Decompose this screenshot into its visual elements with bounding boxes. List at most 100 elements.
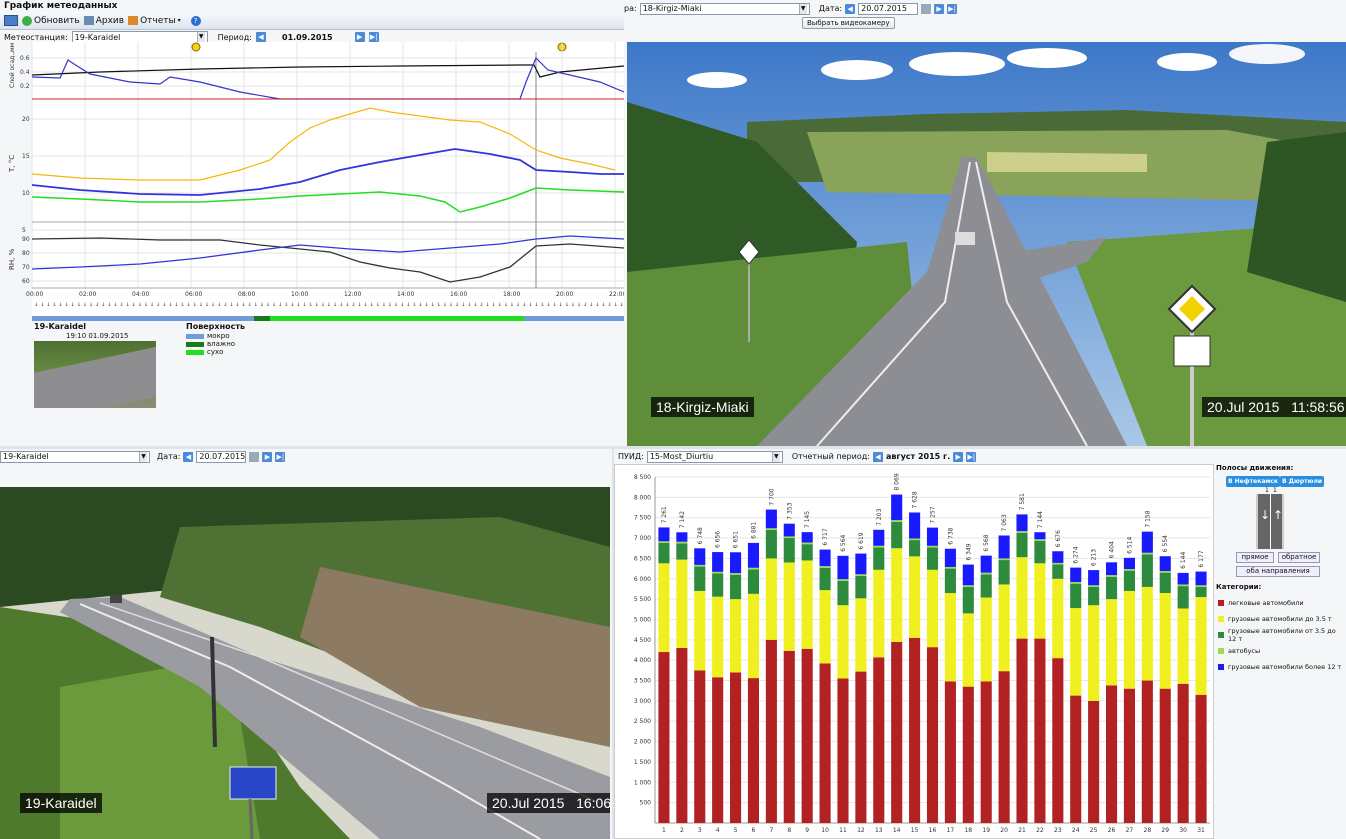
- bar-segment[interactable]: [855, 598, 867, 672]
- bar-segment[interactable]: [962, 564, 974, 586]
- last-date-button[interactable]: ▶|: [947, 3, 958, 14]
- bar-segment[interactable]: [873, 547, 885, 570]
- bar-segment[interactable]: [1034, 540, 1046, 564]
- bar-segment[interactable]: [765, 509, 777, 529]
- bar-segment[interactable]: [944, 568, 956, 594]
- bar-segment[interactable]: [1105, 562, 1118, 576]
- bar-segment[interactable]: [873, 569, 885, 658]
- bar-segment[interactable]: [998, 535, 1010, 559]
- bar-segment[interactable]: [694, 670, 706, 823]
- bar-segment[interactable]: [909, 556, 921, 638]
- bar-segment[interactable]: [783, 562, 795, 651]
- reports-button[interactable]: Отчеты ▾: [128, 16, 181, 26]
- bar-segment[interactable]: [1070, 583, 1082, 609]
- prev-date-button[interactable]: ◀: [183, 451, 194, 462]
- bar-segment[interactable]: [944, 548, 956, 567]
- bar-segment[interactable]: [980, 555, 992, 573]
- bar-segment[interactable]: [1016, 557, 1028, 639]
- bar-segment[interactable]: [801, 532, 813, 543]
- bar-segment[interactable]: [765, 639, 777, 823]
- bar-segment[interactable]: [837, 678, 849, 823]
- bar-segment[interactable]: [819, 566, 831, 568]
- bar-segment[interactable]: [730, 573, 742, 575]
- bar-segment[interactable]: [730, 672, 742, 823]
- bar-segment[interactable]: [980, 574, 992, 598]
- bar-segment[interactable]: [658, 541, 670, 543]
- bar-segment[interactable]: [1141, 680, 1153, 823]
- bar-segment[interactable]: [891, 520, 903, 522]
- bar-segment[interactable]: [1195, 694, 1207, 823]
- bar-segment[interactable]: [944, 593, 956, 682]
- refresh-button[interactable]: Обновить: [22, 15, 80, 26]
- bar-segment[interactable]: [694, 590, 706, 671]
- bar-segment[interactable]: [1052, 564, 1064, 579]
- bar-segment[interactable]: [819, 567, 831, 591]
- bar-segment[interactable]: [1123, 568, 1135, 571]
- bar-segment[interactable]: [765, 558, 777, 640]
- bar-segment[interactable]: [1105, 576, 1118, 600]
- bar-segment[interactable]: [998, 560, 1010, 585]
- bar-segment[interactable]: [1088, 570, 1100, 586]
- direction1-button[interactable]: В Нефтекамск: [1226, 476, 1280, 487]
- date-input[interactable]: 20.07.2015: [196, 450, 247, 463]
- bar-segment[interactable]: [712, 677, 724, 823]
- bar-segment[interactable]: [1141, 552, 1153, 555]
- bar-segment[interactable]: [1105, 599, 1118, 686]
- calendar-icon[interactable]: [921, 3, 932, 14]
- bar-segment[interactable]: [730, 574, 742, 600]
- bar-segment[interactable]: [1034, 532, 1046, 540]
- last-date-button[interactable]: ▶|: [275, 451, 286, 462]
- help-icon[interactable]: ?: [190, 15, 201, 26]
- prev-date-button[interactable]: ◀: [845, 3, 856, 14]
- bar-segment[interactable]: [1052, 551, 1064, 563]
- direction2-button[interactable]: В Дюртюли: [1280, 476, 1325, 487]
- bar-segment[interactable]: [962, 585, 974, 587]
- bar-segment[interactable]: [1070, 608, 1082, 696]
- bar-segment[interactable]: [1016, 532, 1028, 558]
- bar-segment[interactable]: [676, 559, 688, 648]
- bar-segment[interactable]: [1141, 531, 1153, 553]
- bar-segment[interactable]: [926, 527, 939, 546]
- bar-segment[interactable]: [747, 593, 760, 679]
- warning-icon[interactable]: [191, 42, 201, 52]
- bar-segment[interactable]: [998, 584, 1010, 672]
- bar-segment[interactable]: [783, 523, 795, 537]
- bar-segment[interactable]: [1034, 638, 1046, 823]
- bar-segment[interactable]: [1016, 514, 1028, 532]
- bar-segment[interactable]: [998, 671, 1010, 823]
- bar-segment[interactable]: [1177, 586, 1189, 609]
- bar-segment[interactable]: [944, 566, 956, 569]
- traffic-station-select[interactable]: 15-Most_Diurtiu ▼: [646, 450, 783, 463]
- bar-segment[interactable]: [1177, 608, 1189, 684]
- bar-segment[interactable]: [676, 647, 688, 823]
- bar-segment[interactable]: [658, 563, 670, 653]
- archive-button[interactable]: Архив: [83, 16, 124, 26]
- bar-segment[interactable]: [765, 528, 777, 530]
- bar-segment[interactable]: [1195, 586, 1207, 598]
- bar-segment[interactable]: [980, 681, 992, 823]
- bar-segment[interactable]: [1088, 586, 1100, 606]
- bar-segment[interactable]: [783, 538, 795, 563]
- bar-segment[interactable]: [1177, 683, 1189, 823]
- bar-segment[interactable]: [855, 553, 867, 575]
- bar-segment[interactable]: [909, 538, 921, 541]
- bar-segment[interactable]: [962, 613, 974, 687]
- bar-segment[interactable]: [855, 574, 867, 576]
- bar-segment[interactable]: [1016, 638, 1028, 823]
- bar-segment[interactable]: [1105, 685, 1118, 823]
- bar-segment[interactable]: [801, 544, 813, 561]
- bar-segment[interactable]: [1195, 571, 1207, 586]
- select-camera-button[interactable]: Выбрать видеокамеру: [802, 17, 895, 29]
- bar-segment[interactable]: [873, 545, 885, 548]
- monitor-icon[interactable]: [4, 15, 18, 26]
- camera2-select[interactable]: 19-Karaidel ▼: [0, 450, 150, 463]
- thumbnail-camera[interactable]: [34, 341, 156, 408]
- bar-segment[interactable]: [909, 512, 921, 539]
- bar-segment[interactable]: [1195, 597, 1207, 695]
- next-date-button[interactable]: ▶: [262, 451, 273, 462]
- bar-segment[interactable]: [1159, 572, 1171, 594]
- bar-segment[interactable]: [783, 650, 795, 823]
- bar-segment[interactable]: [980, 597, 992, 682]
- bar-segment[interactable]: [747, 542, 760, 568]
- bar-segment[interactable]: [891, 521, 903, 549]
